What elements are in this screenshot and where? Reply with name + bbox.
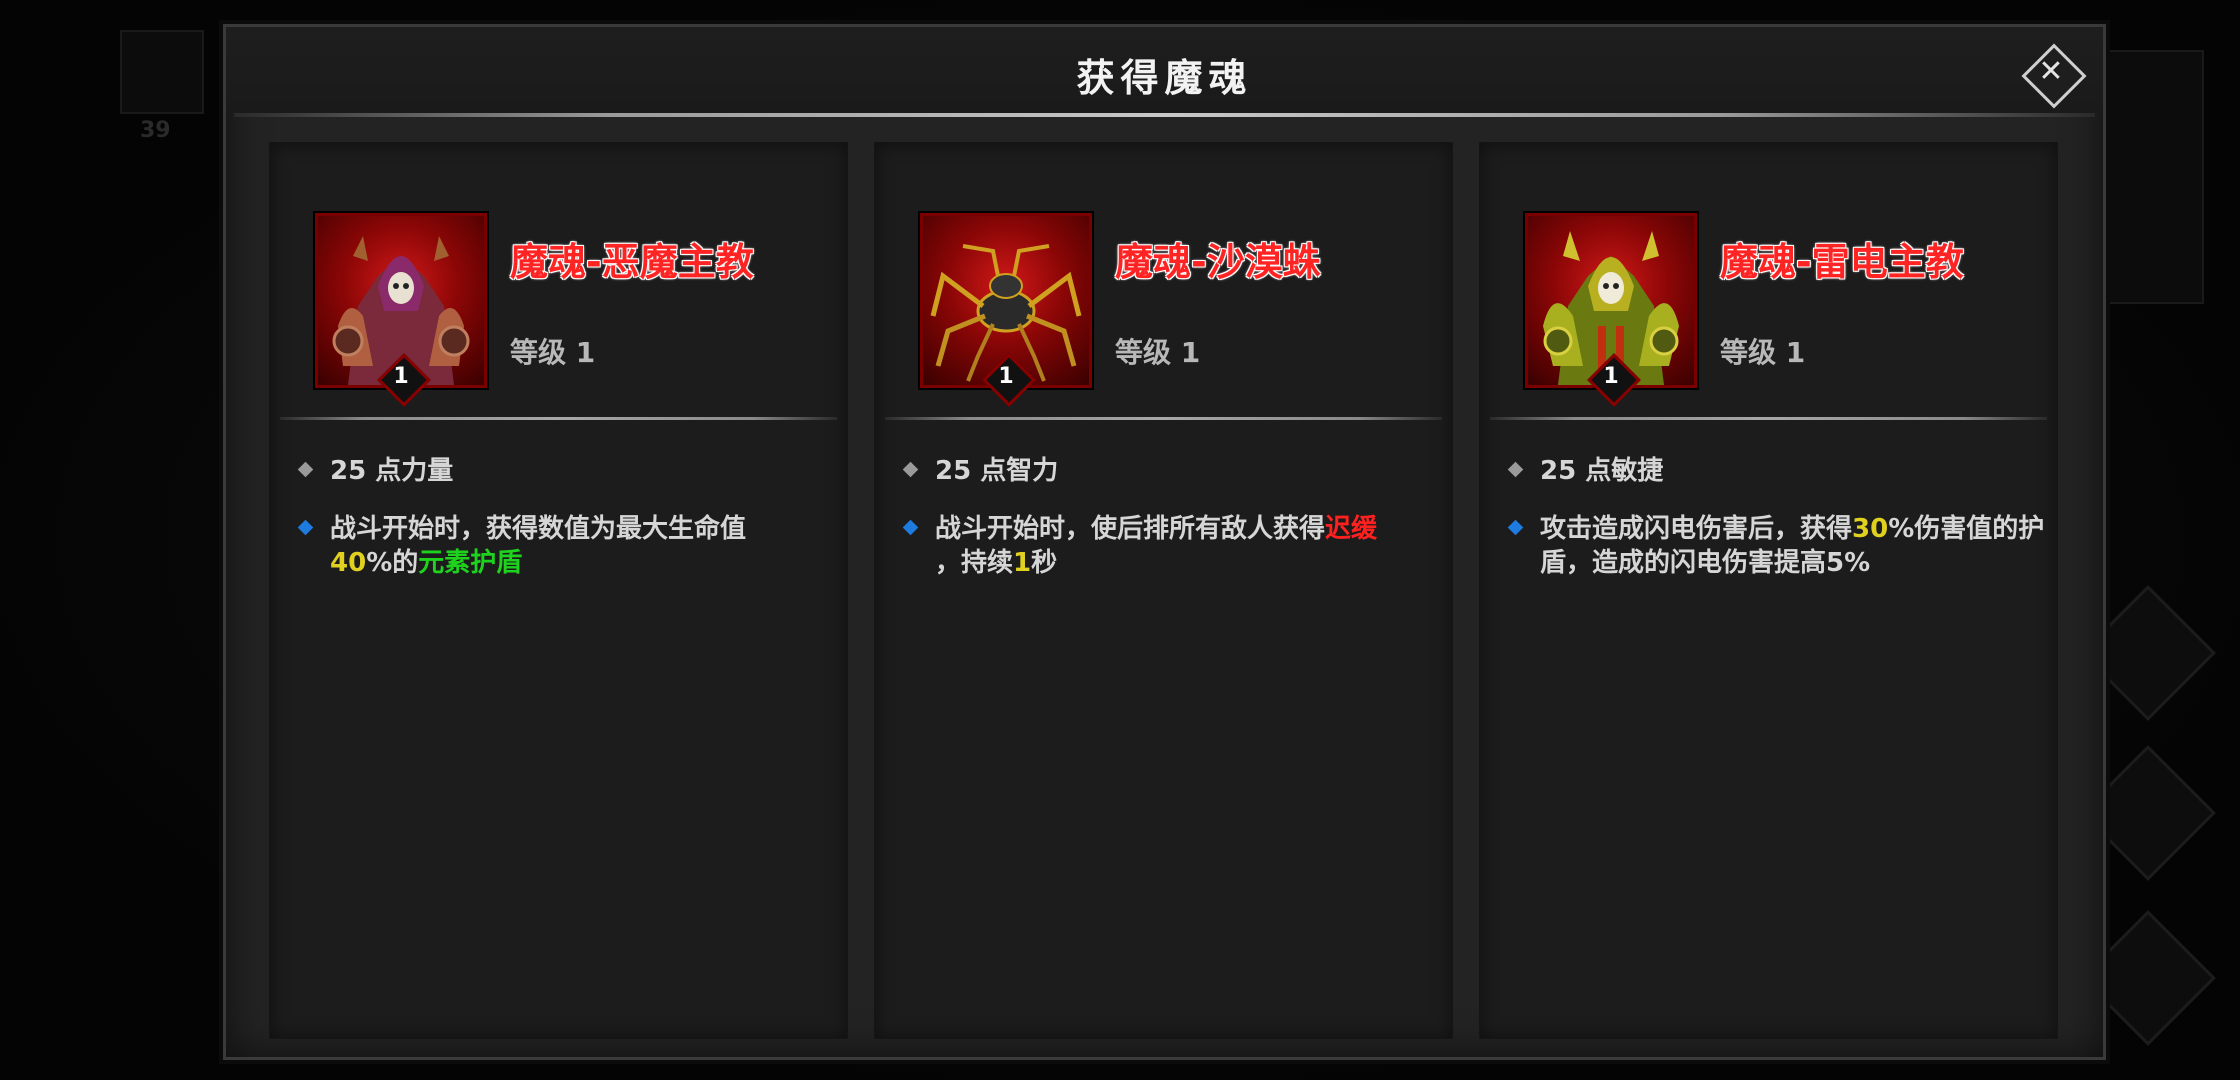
effect-text-part: 攻击造成闪电伤害后，获得 [1540, 514, 1853, 544]
level-badge-number: 1 [1603, 364, 1619, 389]
blue-diamond-bullet-icon [902, 519, 919, 536]
soul-card: 1 魔魂-雷电主教 等级 1 25 点敏捷 攻击造成闪电伤害后，获得30%伤害值… [1479, 142, 2058, 1039]
modal-title: 获得魔魂 [1076, 56, 1253, 100]
stat-text: 25 点敏捷 [1540, 456, 1664, 486]
portrait-frame: 1 [920, 213, 1092, 407]
effect-highlight-keyword: 元素护盾 [418, 548, 523, 578]
portrait-frame: 1 [315, 213, 487, 407]
soul-reward-modal: 获得魔魂 ✕ 1 魔魂-恶魔主教 等级 1 25 点力量 战斗开始时，获得数值为… [223, 24, 2106, 1060]
effect-text-part: 秒 [1031, 548, 1058, 578]
portrait-frame: 1 [1525, 213, 1697, 407]
level-badge-number: 1 [393, 364, 409, 389]
effect-text: 攻击造成闪电伤害后，获得30%伤害值的护盾，造成的闪电伤害提高5% [1540, 512, 2050, 580]
effect-text: 战斗开始时，使后排所有敌人获得迟缓 ，持续1秒 [935, 512, 1445, 580]
stat-text: 25 点力量 [330, 456, 454, 486]
effect-text-part: %的 [366, 548, 419, 578]
background-panel [2105, 50, 2204, 304]
level-badge-number: 1 [998, 364, 1014, 389]
effect-highlight-value: 30 [1852, 514, 1889, 544]
soul-name: 魔魂-沙漠蛛 [1115, 240, 1321, 284]
soul-level: 等级 1 [1720, 336, 1806, 369]
blue-diamond-bullet-icon [1507, 519, 1524, 536]
background-panel [120, 30, 204, 114]
level-badge: 1 [982, 353, 1036, 407]
close-icon: ✕ [2038, 54, 2064, 89]
soul-name: 魔魂-恶魔主教 [510, 240, 754, 284]
card-divider [280, 417, 837, 420]
soul-level: 等级 1 [1115, 336, 1201, 369]
effect-text-part: 战斗开始时，获得数值为最大生命值 [330, 514, 747, 544]
effect-text-part: ，持续 [935, 548, 1014, 578]
soul-card: 1 魔魂-沙漠蛛 等级 1 25 点智力 战斗开始时，使后排所有敌人获得迟缓 ，持… [874, 142, 1453, 1039]
level-badge: 1 [377, 353, 431, 407]
soul-card: 1 魔魂-恶魔主教 等级 1 25 点力量 战斗开始时，获得数值为最大生命值 40… [269, 142, 848, 1039]
soul-name: 魔魂-雷电主教 [1720, 240, 1964, 284]
gray-diamond-bullet-icon [1507, 461, 1524, 478]
close-button[interactable]: ✕ [2021, 43, 2087, 109]
blue-diamond-bullet-icon [297, 519, 314, 536]
gray-diamond-bullet-icon [297, 461, 314, 478]
soul-level: 等级 1 [510, 336, 596, 369]
effect-highlight-value: 1 [1013, 548, 1032, 578]
effect-text-part: 战斗开始时，使后排所有敌人获得 [935, 514, 1326, 544]
level-badge: 1 [1587, 353, 1641, 407]
effect-text: 战斗开始时，获得数值为最大生命值 40%的元素护盾 [330, 512, 840, 580]
background-number: 39 [140, 118, 171, 143]
header-divider [234, 113, 2095, 117]
stat-text: 25 点智力 [935, 456, 1059, 486]
gray-diamond-bullet-icon [902, 461, 919, 478]
effect-highlight-keyword: 迟缓 [1325, 514, 1378, 544]
card-divider [1490, 417, 2047, 420]
effect-highlight-value: 40 [330, 548, 367, 578]
card-divider [885, 417, 1442, 420]
